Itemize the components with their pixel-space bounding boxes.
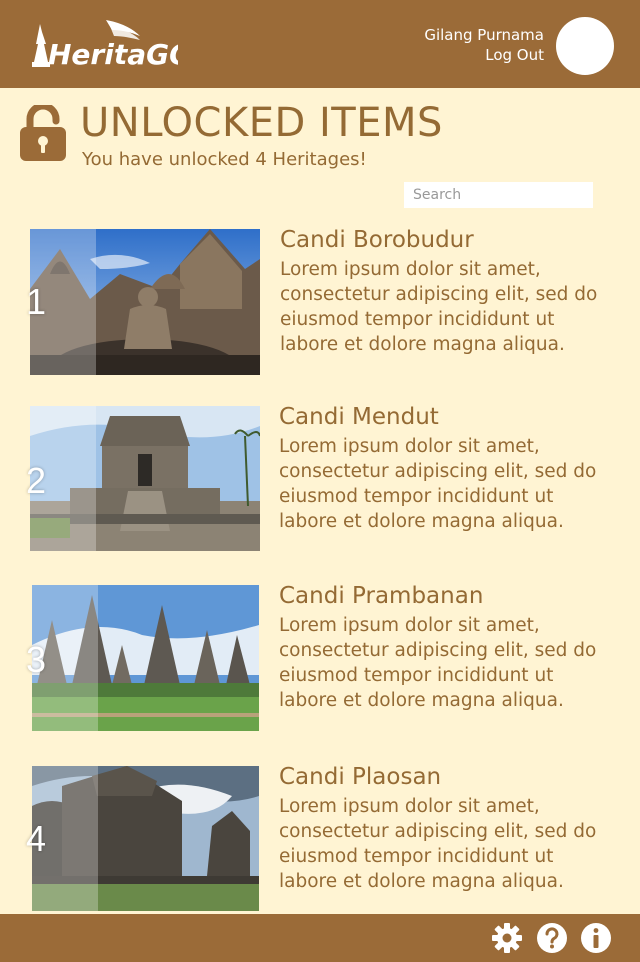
help-icon[interactable] <box>536 922 568 954</box>
page-subtitle: You have unlocked 4 Heritages! <box>82 149 367 170</box>
list-item[interactable]: 2 Candi Mendut Lorem ipsum dolor sit ame… <box>0 404 640 576</box>
item-number: 2 <box>25 460 47 501</box>
list-item[interactable]: 1 Candi Borobudur Lorem ipsum dolor sit … <box>0 227 640 399</box>
list-item[interactable]: 4 Candi Plaosan Lorem ipsum dolor sit am… <box>0 764 640 936</box>
app-header: HeritaGO Gilang Purnama Log Out <box>0 0 640 88</box>
item-number: 1 <box>25 281 47 322</box>
item-description: Lorem ipsum dolor sit amet, consectetur … <box>279 796 597 892</box>
logout-link[interactable]: Log Out <box>485 46 544 64</box>
logo-text: HeritaGO <box>48 38 178 70</box>
list-item[interactable]: 3 Candi Prambanan Lorem ipsum dolor sit … <box>0 583 640 755</box>
gear-icon[interactable] <box>491 922 523 954</box>
item-title: Candi Mendut <box>279 404 439 430</box>
item-number: 3 <box>25 639 47 680</box>
unlocked-padlock-icon <box>20 105 66 161</box>
item-title: Candi Borobudur <box>280 227 474 253</box>
search-input[interactable] <box>404 182 593 208</box>
item-number: 4 <box>25 818 47 859</box>
app-footer <box>0 914 640 962</box>
item-description: Lorem ipsum dolor sit amet, consectetur … <box>279 615 597 711</box>
info-icon[interactable] <box>580 922 612 954</box>
item-title: Candi Prambanan <box>279 583 484 609</box>
user-name: Gilang Purnama <box>424 26 544 44</box>
avatar[interactable] <box>556 17 614 75</box>
item-description: Lorem ipsum dolor sit amet, consectetur … <box>280 259 598 355</box>
heritago-logo[interactable]: HeritaGO <box>28 18 178 70</box>
item-title: Candi Plaosan <box>279 764 442 790</box>
item-description: Lorem ipsum dolor sit amet, consectetur … <box>279 436 597 532</box>
page-title: UNLOCKED ITEMS <box>80 100 443 146</box>
